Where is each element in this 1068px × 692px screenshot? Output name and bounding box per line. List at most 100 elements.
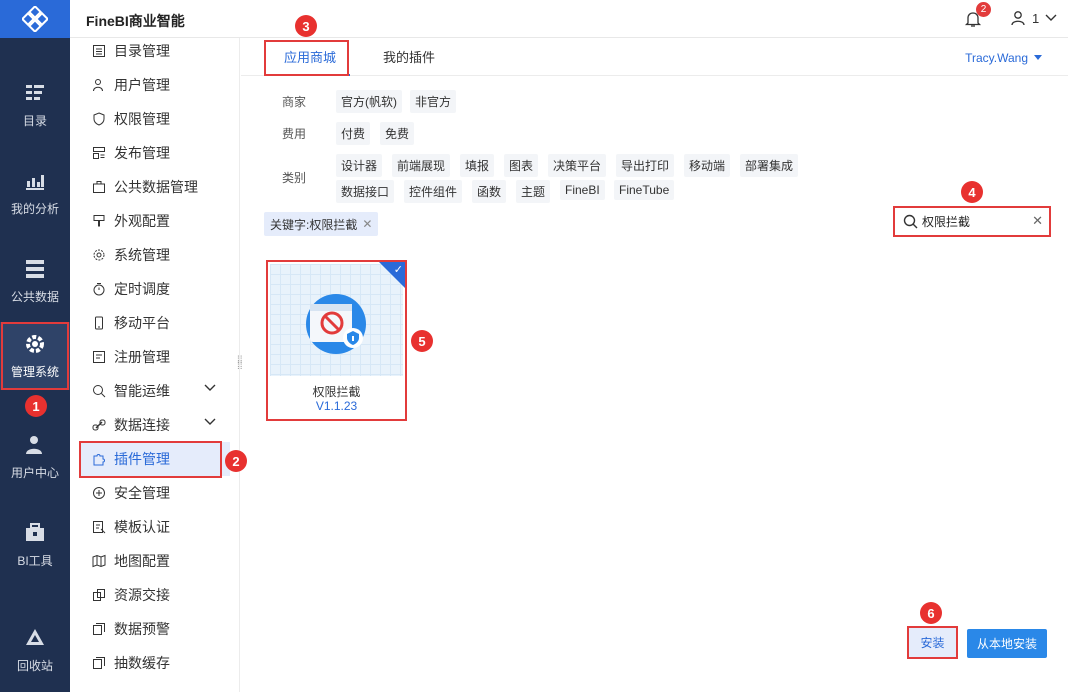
registration-icon (93, 351, 105, 363)
plugin-store: 应用商城 我的插件 Tracy.Wang 商家 官方(帆软) 非官方 费用 付费… (241, 38, 1068, 692)
caret-down-icon (1034, 55, 1042, 60)
certificate-icon (93, 521, 106, 534)
menu-item-data-connection[interactable]: 数据连接 (80, 408, 230, 442)
filter-chip[interactable]: 部署集成 (740, 154, 799, 177)
menu-item-extract-cache[interactable]: 抽数缓存 (80, 646, 230, 680)
user-center-icon (26, 435, 42, 454)
menu-item-mobile[interactable]: 移动平台 (80, 306, 230, 340)
store-user-label: Tracy.Wang (965, 51, 1028, 65)
rail-label: 目录 (22, 113, 47, 128)
install-button[interactable]: 安装 (907, 626, 958, 659)
menu-item-label: 数据连接 (114, 417, 170, 433)
menu-item-label: 移动平台 (114, 315, 170, 331)
settings-icon (93, 249, 105, 261)
toolbox-icon (26, 522, 44, 541)
store-user-dropdown[interactable]: Tracy.Wang (965, 51, 1042, 65)
top-bar: FineBI商业智能 (70, 0, 1068, 38)
list-icon (93, 45, 105, 57)
search-input[interactable]: 权限拦截 ✕ (893, 206, 1051, 237)
analysis-icon (26, 174, 44, 190)
menu-item-label: 外观配置 (114, 213, 170, 229)
menu-item-label: 目录管理 (114, 43, 170, 59)
menu-item-appearance[interactable]: 外观配置 (80, 204, 230, 238)
filter-chip[interactable]: 函数 (472, 180, 507, 203)
menu-item-resource-handover[interactable]: 资源交接 (80, 578, 230, 612)
menu-item-registration[interactable]: 注册管理 (80, 340, 230, 374)
filter-chip[interactable]: 官方(帆软) (336, 90, 402, 113)
rail-item-public-data[interactable]: 公共数据 (0, 247, 70, 315)
menu-item-label: 公共数据管理 (114, 179, 198, 195)
rail-item-admin-system[interactable]: 管理系统 (0, 322, 70, 390)
menu-item-public-data-mgmt[interactable]: 公共数据管理 (80, 170, 230, 204)
step-badge-1: 1 (25, 395, 47, 417)
menu-item-security[interactable]: 安全管理 (80, 476, 230, 510)
rail-label: 回收站 (16, 658, 53, 673)
menu-item-system-mgmt[interactable]: 系统管理 (80, 238, 230, 272)
filter-chip[interactable]: 主题 (516, 180, 551, 203)
step-badge-4: 4 (961, 181, 983, 203)
filter-chip[interactable]: 非官方 (410, 90, 457, 113)
filter-label-fee: 费用 (282, 127, 307, 141)
install-local-button[interactable]: 从本地安装 (967, 629, 1047, 658)
notification-badge: 2 (976, 2, 991, 17)
rail-item-recycle[interactable]: 回收站 (0, 616, 70, 684)
rail-item-user-center[interactable]: 用户中心 (0, 423, 70, 491)
mobile-icon (95, 316, 103, 330)
plugin-version: V1.1.23 (315, 399, 358, 413)
rail-item-catalog[interactable]: 目录 (0, 71, 70, 139)
filter-chip[interactable]: FineTube (614, 180, 675, 200)
rail-label: 我的分析 (10, 201, 59, 216)
tab-my-plugins[interactable]: 我的插件 (383, 38, 435, 76)
menu-item-permission-mgmt[interactable]: 权限管理 (80, 102, 230, 136)
rail-label: 公共数据 (10, 289, 59, 304)
app-title: FineBI商业智能 (86, 13, 185, 29)
rail-item-bi-tools[interactable]: BI工具 (0, 511, 70, 579)
tab-bar: 应用商城 我的插件 Tracy.Wang (241, 38, 1068, 76)
step-badge-3: 3 (295, 15, 317, 37)
menu-item-publish-mgmt[interactable]: 发布管理 (80, 136, 230, 170)
filter-chip[interactable]: FineBI (560, 180, 605, 200)
filter-chip[interactable]: 数据接口 (336, 180, 395, 203)
filter-chip[interactable]: 控件组件 (404, 180, 463, 203)
filter-chip[interactable]: 免费 (380, 122, 415, 145)
plugin-name: 权限拦截 (312, 385, 361, 399)
user-label: 1 (1032, 10, 1040, 26)
filter-chip[interactable]: 决策平台 (548, 154, 607, 177)
timer-icon (93, 283, 105, 296)
recycle-icon (26, 628, 44, 645)
menu-item-catalog-mgmt[interactable]: 目录管理 (80, 34, 230, 68)
menu-item-map-config[interactable]: 地图配置 (80, 544, 230, 578)
public-data-icon (26, 259, 44, 278)
shield-icon (93, 112, 105, 126)
puzzle-icon (93, 454, 105, 466)
filter-chip[interactable]: 填报 (460, 154, 495, 177)
filter-chip[interactable]: 设计器 (336, 154, 383, 177)
map-icon (92, 554, 106, 568)
left-rail: 目录 我的分析 公共数据 管理系统 用户中心 BI工具 回收站 (0, 0, 70, 692)
close-icon[interactable]: ✕ (362, 217, 372, 231)
filter-chip[interactable]: 移动端 (684, 154, 731, 177)
link-icon (92, 419, 106, 431)
plugin-card[interactable]: ✓ 权限拦截 V1.1.23 (266, 260, 407, 421)
menu-item-smart-ops[interactable]: 智能运维 (80, 374, 230, 408)
rail-label: BI工具 (17, 553, 53, 568)
menu-item-plugin-mgmt[interactable]: 插件管理 (80, 442, 230, 476)
filter-chip[interactable]: 前端展现 (392, 154, 451, 177)
menu-item-user-mgmt[interactable]: 用户管理 (80, 68, 230, 102)
filter-chip[interactable]: 付费 (336, 122, 371, 145)
user-menu[interactable]: 1 (1010, 10, 1057, 26)
menu-item-template-cert[interactable]: 模板认证 (80, 510, 230, 544)
menu-item-data-alert[interactable]: 数据预警 (80, 612, 230, 646)
menu-item-schedule[interactable]: 定时调度 (80, 272, 230, 306)
logo[interactable] (0, 0, 70, 38)
clear-icon[interactable]: ✕ (1032, 213, 1043, 229)
menu-item-label: 模板认证 (114, 519, 170, 535)
filter-chip[interactable]: 导出打印 (616, 154, 675, 177)
filter-chip[interactable]: 图表 (504, 154, 539, 177)
tab-app-store[interactable]: 应用商城 (270, 38, 350, 76)
rail-item-analysis[interactable]: 我的分析 (0, 159, 70, 227)
menu-item-label: 资源交接 (114, 587, 170, 603)
paint-brush-icon (93, 215, 105, 227)
menu-item-label: 插件管理 (114, 451, 170, 467)
logo-icon (22, 6, 48, 32)
